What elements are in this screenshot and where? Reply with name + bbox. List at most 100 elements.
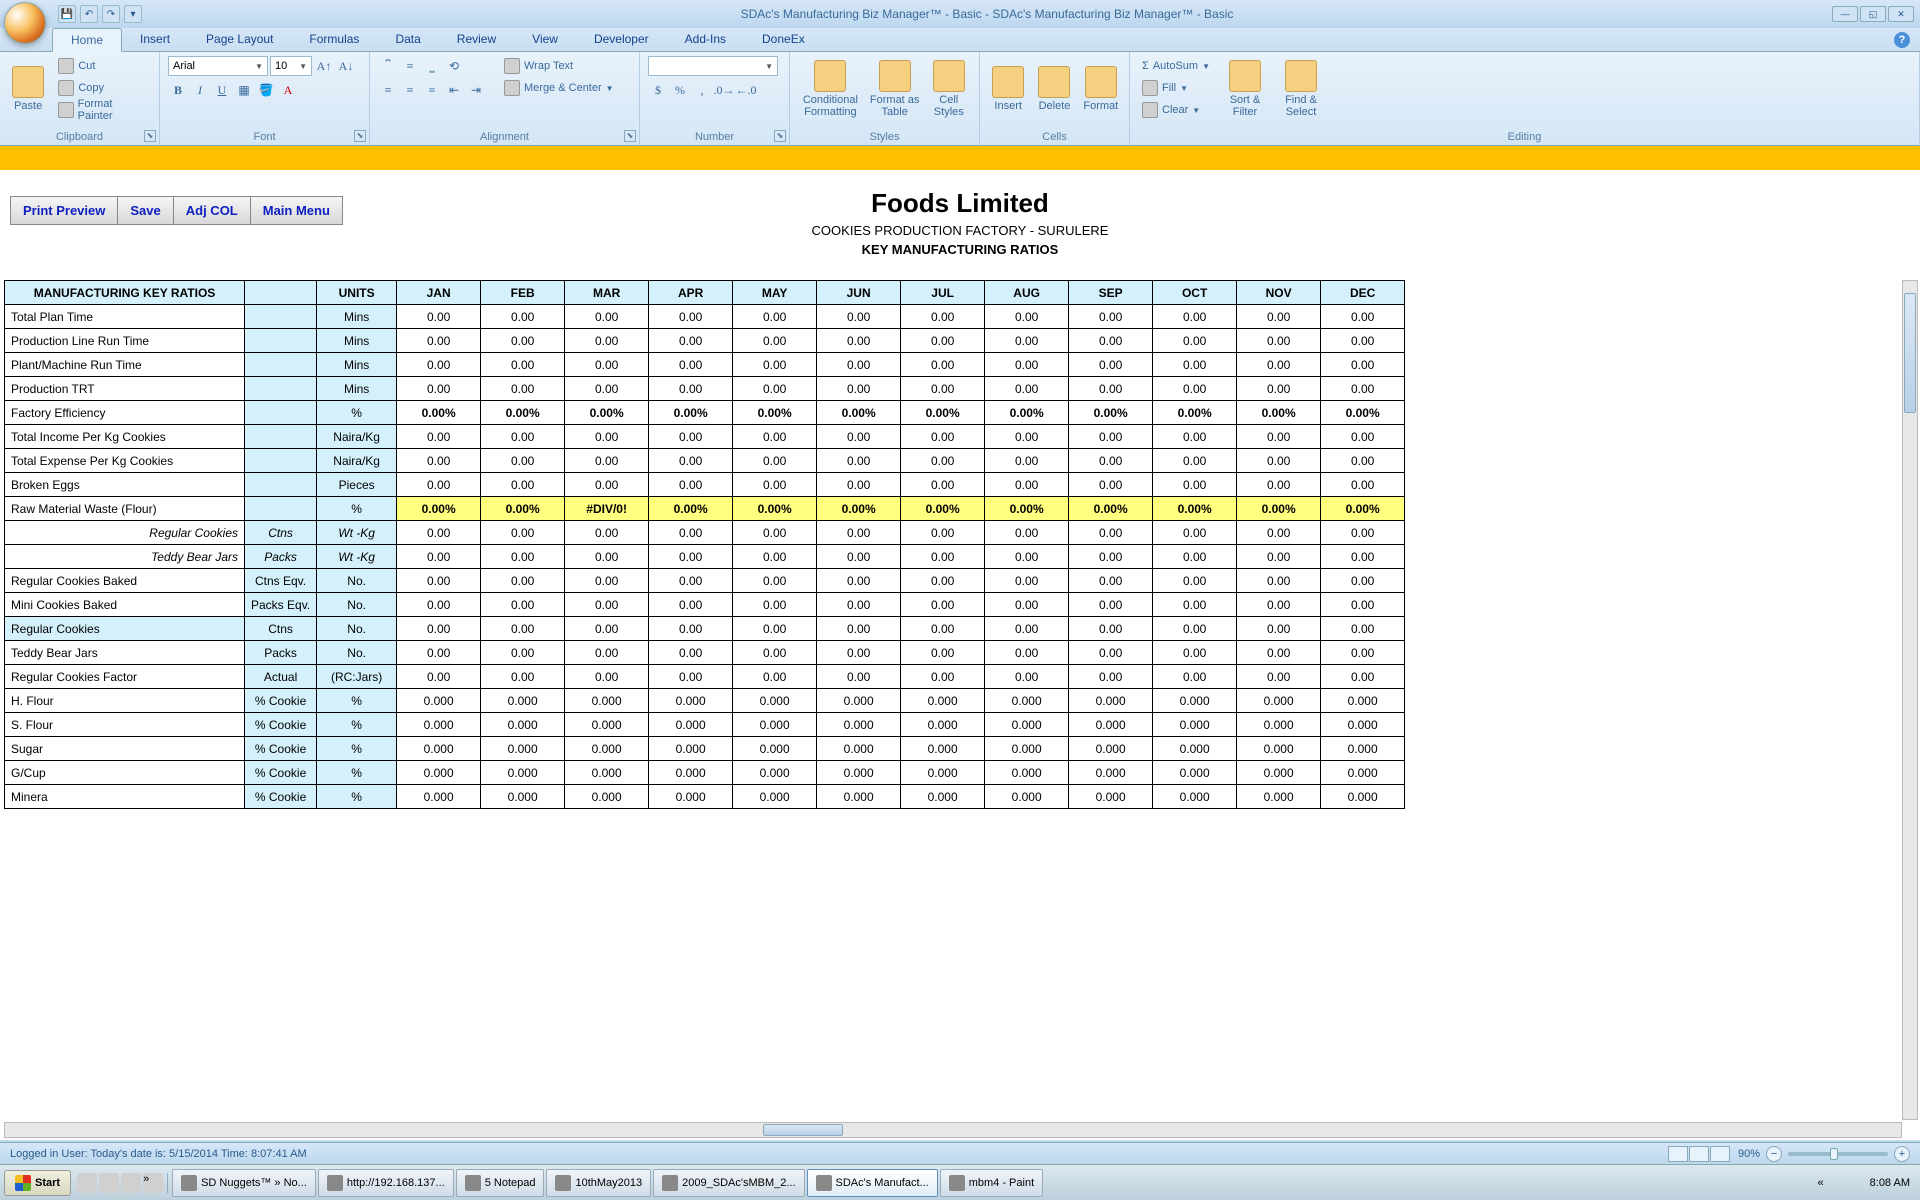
row-units[interactable]: No. (317, 569, 397, 593)
row-sub[interactable] (245, 401, 317, 425)
data-cell[interactable]: 0.00 (649, 473, 733, 497)
italic-button[interactable]: I (190, 80, 210, 100)
data-cell[interactable]: 0.000 (1321, 713, 1405, 737)
table-row[interactable]: Factory Efficiency%0.00%0.00%0.00%0.00%0… (5, 401, 1405, 425)
row-label[interactable]: Raw Material Waste (Flour) (5, 497, 245, 521)
quick-launch-icon[interactable] (99, 1173, 119, 1193)
data-cell[interactable]: 0.00 (1321, 449, 1405, 473)
data-cell[interactable]: 0.00% (985, 497, 1069, 521)
row-label[interactable]: S. Flour (5, 713, 245, 737)
data-cell[interactable]: 0.00 (1237, 425, 1321, 449)
data-cell[interactable]: 0.00 (481, 305, 565, 329)
zoom-level[interactable]: 90% (1738, 1148, 1760, 1160)
data-cell[interactable]: 0.00 (397, 593, 481, 617)
row-label[interactable]: Total Income Per Kg Cookies (5, 425, 245, 449)
data-cell[interactable]: 0.00 (817, 473, 901, 497)
data-cell[interactable]: 0.00 (1237, 617, 1321, 641)
row-units[interactable]: % (317, 737, 397, 761)
font-color-button[interactable]: A (278, 80, 298, 100)
data-cell[interactable]: 0.00 (985, 473, 1069, 497)
row-label[interactable]: Teddy Bear Jars (5, 641, 245, 665)
data-cell[interactable]: 0.00% (1069, 497, 1153, 521)
row-sub[interactable] (245, 377, 317, 401)
row-units[interactable]: Naira/Kg (317, 449, 397, 473)
row-sub[interactable] (245, 473, 317, 497)
data-cell[interactable]: 0.000 (733, 761, 817, 785)
row-label[interactable]: Regular Cookies (5, 521, 245, 545)
tray-expand-icon[interactable]: « (1818, 1177, 1824, 1189)
data-cell[interactable]: 0.000 (1237, 785, 1321, 809)
data-cell[interactable]: 0.00 (1153, 545, 1237, 569)
data-cell[interactable]: 0.00 (1153, 329, 1237, 353)
data-cell[interactable]: 0.00 (1153, 665, 1237, 689)
row-sub[interactable]: % Cookie (245, 737, 317, 761)
taskbar-item[interactable]: http://192.168.137... (318, 1169, 454, 1197)
tab-formulas[interactable]: Formulas (291, 28, 377, 51)
data-cell[interactable]: 0.000 (481, 689, 565, 713)
orientation-icon[interactable]: ⟲ (444, 56, 464, 76)
data-cell[interactable]: 0.00 (1237, 569, 1321, 593)
data-cell[interactable]: 0.00 (1069, 521, 1153, 545)
data-cell[interactable]: 0.000 (1153, 713, 1237, 737)
data-cell[interactable]: 0.00 (1069, 377, 1153, 401)
cut-button[interactable]: Cut (54, 56, 151, 76)
data-cell[interactable]: 0.00 (481, 377, 565, 401)
data-cell[interactable]: 0.00 (985, 449, 1069, 473)
restore-button[interactable]: ◱ (1860, 6, 1886, 22)
column-header[interactable]: APR (649, 281, 733, 305)
data-cell[interactable]: 0.00 (733, 449, 817, 473)
row-sub[interactable] (245, 305, 317, 329)
paste-button[interactable]: Paste (8, 56, 48, 122)
data-cell[interactable]: 0.00 (817, 641, 901, 665)
data-cell[interactable]: 0.00% (649, 401, 733, 425)
align-top-icon[interactable]: ⎴ (378, 56, 398, 76)
dec-decimal-icon[interactable]: ←.0 (736, 80, 756, 100)
office-button[interactable] (4, 2, 46, 44)
data-cell[interactable]: 0.00 (1321, 305, 1405, 329)
data-cell[interactable]: 0.000 (1153, 761, 1237, 785)
data-cell[interactable]: 0.00 (733, 521, 817, 545)
main-menu-button[interactable]: Main Menu (251, 196, 343, 225)
row-sub[interactable]: % Cookie (245, 713, 317, 737)
data-cell[interactable]: 0.00 (565, 353, 649, 377)
row-label[interactable]: H. Flour (5, 689, 245, 713)
column-header[interactable]: JUN (817, 281, 901, 305)
normal-view-icon[interactable] (1668, 1146, 1688, 1162)
qat-undo-icon[interactable]: ↶ (80, 5, 98, 23)
row-units[interactable]: Mins (317, 353, 397, 377)
table-row[interactable]: Sugar% Cookie%0.0000.0000.0000.0000.0000… (5, 737, 1405, 761)
data-cell[interactable]: 0.00 (1237, 641, 1321, 665)
sort-filter-button[interactable]: Sort & Filter (1220, 56, 1270, 122)
data-cell[interactable]: 0.00 (901, 473, 985, 497)
data-cell[interactable]: 0.000 (1153, 785, 1237, 809)
data-cell[interactable]: 0.00 (649, 665, 733, 689)
cell-styles-button[interactable]: Cell Styles (927, 56, 971, 122)
row-units[interactable]: No. (317, 617, 397, 641)
row-label[interactable]: Teddy Bear Jars (5, 545, 245, 569)
insert-cells-button[interactable]: Insert (988, 56, 1028, 122)
zoom-in-button[interactable]: + (1894, 1146, 1910, 1162)
data-cell[interactable]: 0.000 (817, 689, 901, 713)
row-sub[interactable] (245, 497, 317, 521)
data-cell[interactable]: 0.00 (733, 377, 817, 401)
data-cell[interactable]: 0.00 (733, 665, 817, 689)
data-cell[interactable]: 0.00 (985, 641, 1069, 665)
data-cell[interactable]: 0.00 (733, 545, 817, 569)
table-row[interactable]: Total Income Per Kg CookiesNaira/Kg0.000… (5, 425, 1405, 449)
ratios-table[interactable]: MANUFACTURING KEY RATIOSUNITSJANFEBMARAP… (4, 280, 1405, 809)
data-cell[interactable]: 0.00 (817, 305, 901, 329)
data-cell[interactable]: 0.00 (1069, 329, 1153, 353)
data-cell[interactable]: 0.00 (649, 305, 733, 329)
data-cell[interactable]: 0.00 (817, 353, 901, 377)
data-cell[interactable]: 0.000 (1321, 761, 1405, 785)
data-cell[interactable]: 0.00 (565, 377, 649, 401)
row-units[interactable]: % (317, 497, 397, 521)
table-row[interactable]: Teddy Bear JarsPacksNo.0.000.000.000.000… (5, 641, 1405, 665)
taskbar-item[interactable]: 10thMay2013 (546, 1169, 651, 1197)
data-cell[interactable]: 0.00 (985, 305, 1069, 329)
data-cell[interactable]: 0.00 (985, 617, 1069, 641)
tab-review[interactable]: Review (439, 28, 514, 51)
data-cell[interactable]: #DIV/0! (565, 497, 649, 521)
data-cell[interactable]: 0.00 (733, 425, 817, 449)
row-label[interactable]: G/Cup (5, 761, 245, 785)
